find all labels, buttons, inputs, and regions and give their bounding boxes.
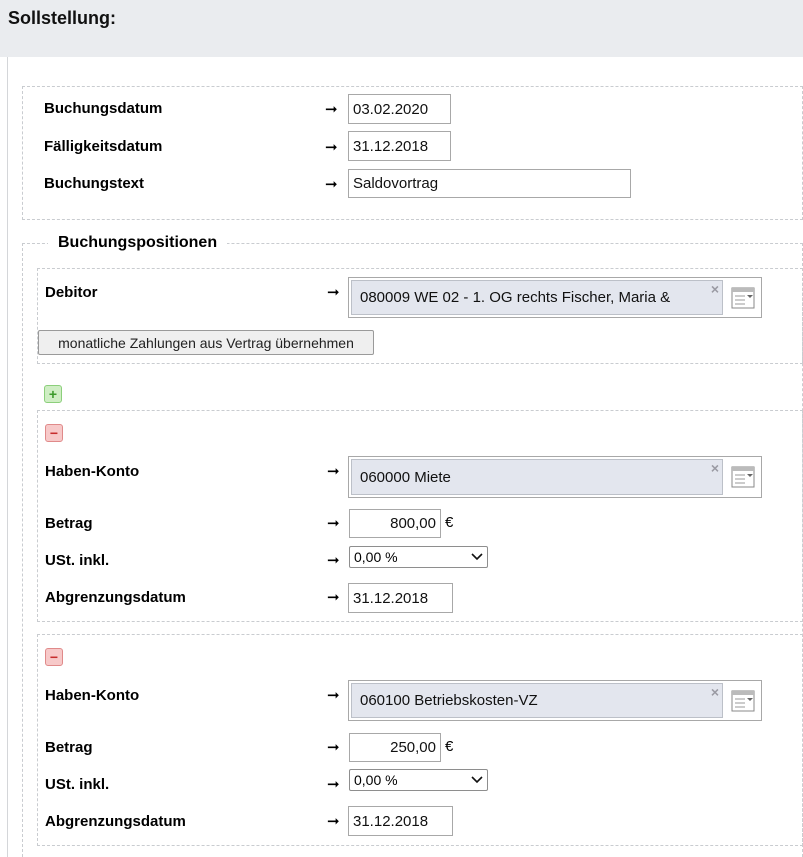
haben-konto-label: Haben-Konto (45, 687, 140, 704)
arrow-icon: ➞ (327, 813, 340, 830)
arrow-icon: ➞ (325, 101, 338, 118)
buchungsdatum-label: Buchungsdatum (44, 100, 163, 117)
debitor-selected-value: 080009 WE 02 - 1. OG rechts Fischer, Mar… (351, 280, 723, 315)
clear-icon[interactable]: × (711, 281, 719, 297)
faelligkeitsdatum-label: Fälligkeitsdatum (44, 138, 163, 155)
chevron-down-icon (471, 776, 483, 784)
buchungstext-label: Buchungstext (44, 175, 145, 192)
dropdown-list-icon[interactable] (726, 682, 760, 719)
betrag-input[interactable]: 250,00 (349, 733, 441, 762)
betrag-input[interactable]: 800,00 (349, 509, 441, 538)
faelligkeitsdatum-input[interactable]: 31.12.2018 (348, 131, 451, 161)
clear-icon[interactable]: × (711, 684, 719, 700)
clear-icon[interactable]: × (711, 460, 719, 476)
page-title: Sollstellung: (8, 8, 116, 28)
currency-label: € (445, 738, 454, 755)
abgrenzungsdatum-label: Abgrenzungsdatum (45, 589, 186, 606)
arrow-icon: ➞ (327, 463, 340, 480)
dropdown-list-icon[interactable] (726, 458, 760, 496)
haben-konto-label: Haben-Konto (45, 463, 140, 480)
arrow-icon: ➞ (327, 552, 340, 569)
ust-selected-value: 0,00 % (354, 549, 398, 565)
page-header-bar (0, 0, 803, 57)
debitor-label: Debitor (45, 284, 98, 301)
arrow-icon: ➞ (327, 284, 340, 301)
abgrenzungsdatum-input[interactable]: 31.12.2018 (348, 583, 453, 613)
arrow-icon: ➞ (327, 687, 340, 704)
haben-konto-select[interactable]: 060000 Miete × (348, 456, 762, 498)
chevron-down-icon (471, 553, 483, 561)
ust-select[interactable]: 0,00 % (349, 769, 488, 791)
buchungspositionen-legend: Buchungspositionen (48, 234, 228, 252)
debitor-select[interactable]: 080009 WE 02 - 1. OG rechts Fischer, Mar… (348, 277, 762, 318)
currency-label: € (445, 514, 454, 531)
abgrenzungsdatum-label: Abgrenzungsdatum (45, 813, 186, 830)
arrow-icon: ➞ (325, 139, 338, 156)
haben-konto-selected-value: 060000 Miete (351, 459, 723, 495)
monthly-payments-button[interactable]: monatliche Zahlungen aus Vertrag überneh… (38, 330, 374, 355)
arrow-icon: ➞ (327, 589, 340, 606)
minus-icon[interactable]: − (45, 424, 63, 442)
betrag-label: Betrag (45, 739, 93, 756)
ust-selected-value: 0,00 % (354, 772, 398, 788)
plus-icon[interactable]: + (44, 385, 62, 403)
buchungsdatum-input[interactable]: 03.02.2020 (348, 94, 451, 124)
ust-label: USt. inkl. (45, 552, 110, 569)
arrow-icon: ➞ (327, 515, 340, 532)
arrow-icon: ➞ (325, 176, 338, 193)
dropdown-list-icon[interactable] (726, 279, 760, 316)
haben-konto-selected-value: 060100 Betriebskosten-VZ (351, 683, 723, 718)
arrow-icon: ➞ (327, 739, 340, 756)
arrow-icon: ➞ (327, 776, 340, 793)
minus-icon[interactable]: − (45, 648, 63, 666)
ust-label: USt. inkl. (45, 776, 110, 793)
abgrenzungsdatum-input[interactable]: 31.12.2018 (348, 806, 453, 836)
betrag-label: Betrag (45, 515, 93, 532)
haben-konto-select[interactable]: 060100 Betriebskosten-VZ × (348, 680, 762, 721)
buchungstext-input[interactable]: Saldovortrag (348, 169, 631, 198)
ust-select[interactable]: 0,00 % (349, 546, 488, 568)
